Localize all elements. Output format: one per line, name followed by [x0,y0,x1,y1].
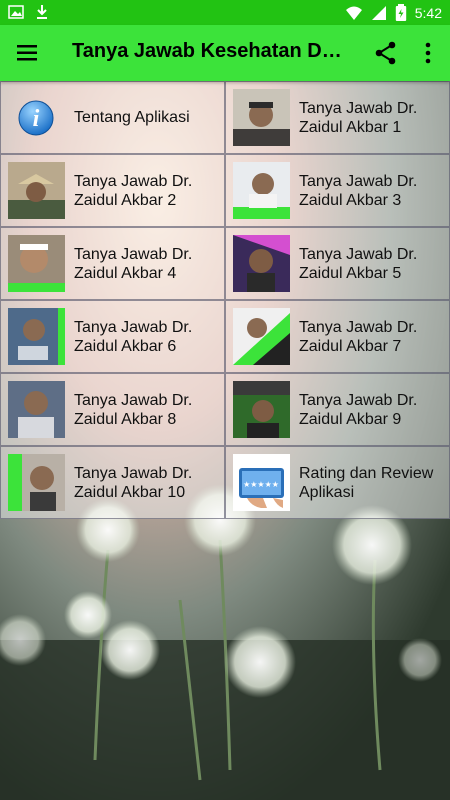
info-icon: i [8,89,65,146]
status-bar: 5:42 [0,0,450,25]
menu-item-label: Tentang Aplikasi [74,109,190,126]
photo-thumb [8,454,65,511]
download-icon [37,5,47,19]
photo-thumb [8,308,65,365]
menu-item-label: Tanya Jawab Dr. Zaidul Akbar 1 [299,99,418,136]
menu-item-9[interactable]: Tanya Jawab Dr. Zaidul Akbar 9 [225,373,450,446]
menu-grid: i Tentang Aplikasi Tanya Jawab Dr. Zaidu… [0,81,450,519]
battery-icon [395,4,406,21]
menu-item-label: Tanya Jawab Dr. Zaidul Akbar 3 [299,172,418,209]
photo-thumb [233,89,290,146]
menu-item-label: Tanya Jawab Dr. Zaidul Akbar 10 [74,464,193,501]
menu-item-6[interactable]: Tanya Jawab Dr. Zaidul Akbar 6 [0,300,225,373]
menu-item-label: Tanya Jawab Dr. Zaidul Akbar 9 [299,391,418,428]
app-bar: Tanya Jawab Kesehatan DR.... [0,25,450,81]
svg-text:★★★★★: ★★★★★ [243,480,279,489]
menu-item-label: Tanya Jawab Dr. Zaidul Akbar 5 [299,245,418,282]
menu-item-10[interactable]: Tanya Jawab Dr. Zaidul Akbar 10 [0,446,225,519]
status-time: 5:42 [414,5,442,21]
signal-icon [371,6,386,20]
share-icon[interactable] [372,39,400,67]
image-icon [8,5,24,19]
page-title: Tanya Jawab Kesehatan DR.... [72,40,347,62]
menu-item-label: Tanya Jawab Dr. Zaidul Akbar 4 [74,245,193,282]
menu-item-label: Rating dan Review Aplikasi [299,464,434,501]
menu-item-3[interactable]: Tanya Jawab Dr. Zaidul Akbar 3 [225,154,450,227]
menu-item-label: Tanya Jawab Dr. Zaidul Akbar 2 [74,172,193,209]
menu-item-label: Tanya Jawab Dr. Zaidul Akbar 6 [74,318,193,355]
menu-item-1[interactable]: Tanya Jawab Dr. Zaidul Akbar 1 [225,81,450,154]
rating-icon: ★★★★★ [233,454,290,511]
menu-item-7[interactable]: Tanya Jawab Dr. Zaidul Akbar 7 [225,300,450,373]
menu-item-2[interactable]: Tanya Jawab Dr. Zaidul Akbar 2 [0,154,225,227]
photo-thumb [8,162,65,219]
menu-item-rating[interactable]: ★★★★★ Rating dan Review Aplikasi [225,446,450,519]
menu-item-label: Tanya Jawab Dr. Zaidul Akbar 8 [74,391,193,428]
wifi-icon [345,6,362,20]
menu-icon[interactable] [14,39,42,67]
photo-thumb [8,235,65,292]
menu-item-4[interactable]: Tanya Jawab Dr. Zaidul Akbar 4 [0,227,225,300]
more-vert-icon[interactable] [414,39,442,67]
menu-item-label: Tanya Jawab Dr. Zaidul Akbar 7 [299,318,418,355]
menu-item-8[interactable]: Tanya Jawab Dr. Zaidul Akbar 8 [0,373,225,446]
menu-item-5[interactable]: Tanya Jawab Dr. Zaidul Akbar 5 [225,227,450,300]
photo-thumb [233,235,290,292]
svg-text:i: i [33,106,40,132]
photo-thumb [233,162,290,219]
photo-thumb [233,381,290,438]
photo-thumb [233,308,290,365]
photo-thumb [8,381,65,438]
menu-item-about[interactable]: i Tentang Aplikasi [0,81,225,154]
